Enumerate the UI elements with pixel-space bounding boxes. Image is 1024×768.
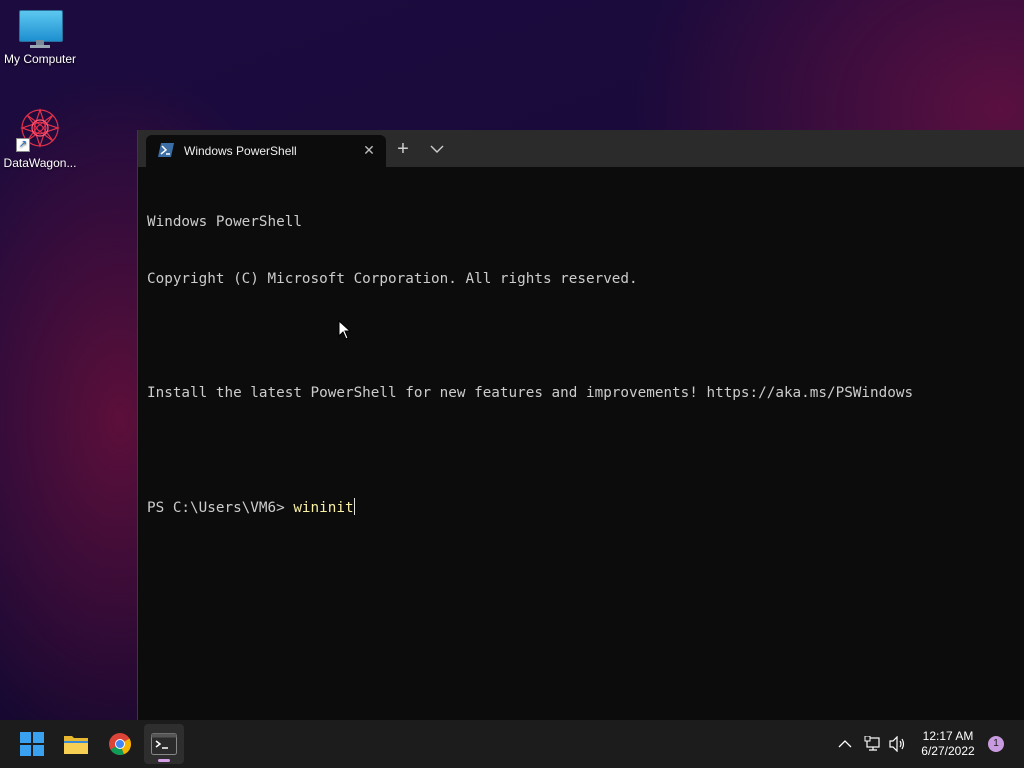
folder-icon <box>64 736 88 754</box>
terminal-titlebar[interactable]: Windows PowerShell ✕ + <box>138 130 1024 167</box>
clock-date: 6/27/2022 <box>921 744 975 758</box>
command-input[interactable]: wininit <box>293 500 353 516</box>
terminal-icon <box>151 733 177 755</box>
tab-dropdown-button[interactable] <box>426 138 448 160</box>
taskbar: 12:17 AM 6/27/2022 <box>0 720 1024 768</box>
close-tab-icon[interactable]: ✕ <box>360 141 378 159</box>
console-output[interactable]: Windows PowerShell Copyright (C) Microso… <box>147 175 1017 555</box>
prompt-text: PS C:\Users\VM6> <box>147 500 294 516</box>
network-icon <box>864 736 880 751</box>
text-caret <box>353 498 355 515</box>
clock-time: 12:17 AM <box>922 729 974 743</box>
computer-icon <box>19 10 63 48</box>
chevron-up-icon <box>838 740 852 748</box>
chrome-icon <box>109 733 132 756</box>
datawagon-app-icon: ↗ <box>16 106 64 152</box>
prompt-line[interactable]: PS C:\Users\VM6> wininit <box>147 498 1017 517</box>
taskbar-file-explorer[interactable] <box>56 724 96 764</box>
start-button[interactable] <box>12 724 52 764</box>
speaker-icon <box>889 736 905 752</box>
powershell-icon <box>158 143 174 157</box>
chevron-down-icon <box>430 145 444 153</box>
shortcut-arrow-icon: ↗ <box>16 138 30 152</box>
terminal-window: Windows PowerShell ✕ + Windows PowerShel… <box>137 130 1024 720</box>
desktop-icon-my-computer[interactable]: My Computer <box>0 10 80 66</box>
active-app-indicator <box>158 759 170 762</box>
taskbar-clock[interactable]: 12:17 AM 6/27/2022 <box>912 729 984 759</box>
mouse-pointer-icon <box>338 319 352 340</box>
notification-badge[interactable]: 1 <box>988 736 1004 752</box>
network-button[interactable] <box>862 732 884 756</box>
volume-button[interactable] <box>887 732 909 756</box>
new-tab-button[interactable]: + <box>392 138 414 160</box>
tab-windows-powershell[interactable]: Windows PowerShell ✕ <box>146 135 386 167</box>
taskbar-chrome[interactable] <box>100 724 140 764</box>
console-line: Install the latest PowerShell for new fe… <box>147 385 914 401</box>
desktop-icon-label: My Computer <box>3 52 77 66</box>
show-hidden-icons-button[interactable] <box>834 732 856 756</box>
taskbar-terminal[interactable] <box>144 724 184 764</box>
windows-logo-icon <box>20 732 44 756</box>
desktop-icon-label: DataWagon... <box>3 156 77 170</box>
tab-title: Windows PowerShell <box>184 144 297 158</box>
console-line: Windows PowerShell <box>147 214 302 230</box>
desktop-icon-datawagon[interactable]: ↗ DataWagon... <box>0 106 80 170</box>
console-line: Copyright (C) Microsoft Corporation. All… <box>147 271 638 287</box>
